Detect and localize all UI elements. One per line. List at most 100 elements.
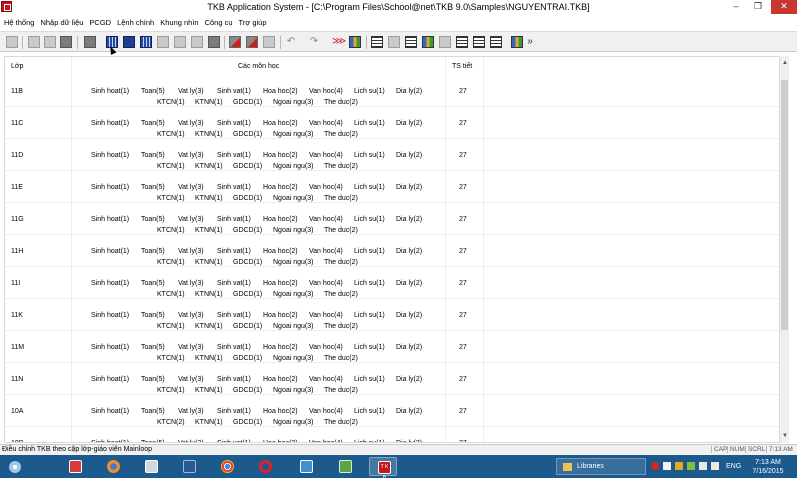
new-document-icon[interactable]: [6, 36, 18, 48]
fast-forward-icon[interactable]: ⋙: [332, 36, 346, 48]
subject-cell: Sinh vat(1): [217, 248, 251, 255]
subject-cell: Sinh hoat(1): [91, 216, 130, 223]
row-divider: [5, 138, 785, 139]
report-color-icon[interactable]: [422, 36, 434, 48]
subject-cell: Ngoai ngu(3): [273, 227, 314, 234]
clock-date[interactable]: 7/16/2015: [750, 468, 786, 475]
subject-cell: GDCD(1): [233, 387, 263, 394]
subject-cell: Lich su(1): [354, 344, 385, 351]
toolbar-separator: [77, 36, 78, 49]
subject-cell: Ngoai ngu(3): [273, 163, 314, 170]
toolbar: ↶ ↷ ⋙ »: [0, 31, 797, 52]
taskbar-opera-icon[interactable]: [251, 457, 279, 476]
subject-view-icon[interactable]: [208, 36, 220, 48]
app-tray-icon[interactable]: [687, 462, 695, 470]
report-grid-icon[interactable]: [405, 36, 417, 48]
taskbar-app-icon[interactable]: [137, 457, 165, 476]
subject-cell: Sinh hoat(1): [91, 88, 130, 95]
close-button[interactable]: ✕: [771, 0, 797, 14]
row-divider: [5, 362, 785, 363]
subject-cell: Sinh vat(1): [217, 312, 251, 319]
menu-khung-nhin[interactable]: Khung nhìn: [160, 18, 198, 27]
subject-cell: Sinh hoat(1): [91, 312, 130, 319]
redo-icon[interactable]: ↷: [308, 36, 320, 48]
subject-cell: Sinh hoat(1): [91, 376, 130, 383]
undo-icon[interactable]: ↶: [285, 36, 297, 48]
lock-icon[interactable]: [84, 36, 96, 48]
scroll-thumb[interactable]: [781, 80, 788, 330]
report-icon[interactable]: [371, 36, 383, 48]
clock-time[interactable]: 7:13 AM: [750, 459, 786, 466]
subject-cell: Vat ly(3): [178, 248, 204, 255]
subject-cell: GDCD(1): [233, 131, 263, 138]
taskbar-app-s-icon[interactable]: [292, 457, 320, 476]
subject-cell: The duc(2): [324, 419, 358, 426]
menu-tro-giup[interactable]: Trợ giúp: [239, 18, 267, 27]
menu-he-thong[interactable]: Hệ thống: [4, 18, 34, 27]
print-icon[interactable]: [60, 36, 72, 48]
subject-cell: KTCN(1): [157, 227, 185, 234]
taskbar-chrome-icon[interactable]: [213, 457, 241, 476]
options-icon[interactable]: [511, 36, 523, 48]
taskbar-firefox-icon[interactable]: [99, 457, 127, 476]
report-list-icon[interactable]: [388, 36, 400, 48]
save-icon[interactable]: [44, 36, 56, 48]
arrange-icon[interactable]: [229, 36, 241, 48]
total-periods: 27: [459, 152, 467, 159]
subject-cell: KTCN(1): [157, 131, 185, 138]
report-class-icon[interactable]: [439, 36, 451, 48]
maximize-button[interactable]: ❐: [747, 0, 769, 14]
list-icon[interactable]: [349, 36, 361, 48]
subject-cell: KTNN(1): [195, 195, 223, 202]
open-folder-icon[interactable]: [28, 36, 40, 48]
menu-pcgd[interactable]: PCGD: [89, 18, 111, 27]
menu-lenh-chinh[interactable]: Lệnh chính: [117, 18, 154, 27]
start-button[interactable]: [9, 461, 21, 473]
timetable-icon[interactable]: [140, 36, 152, 48]
auto-arrange-icon[interactable]: [246, 36, 258, 48]
subject-cell: Sinh vat(1): [217, 184, 251, 191]
report-summary-icon[interactable]: [490, 36, 502, 48]
table-view-icon[interactable]: [123, 36, 135, 48]
subject-cell: Hoa hoc(2): [263, 88, 298, 95]
subject-cell: Lich su(1): [354, 248, 385, 255]
row-divider: [5, 170, 785, 171]
subject-cell: Vat ly(3): [178, 344, 204, 351]
taskbar-libraries[interactable]: Libraries: [556, 458, 646, 475]
taskbar-tkb-app[interactable]: T K B: [369, 457, 397, 478]
scroll-down-icon[interactable]: ▼: [780, 431, 790, 441]
antivirus-icon[interactable]: [651, 462, 659, 470]
language-indicator[interactable]: ENG: [726, 463, 741, 470]
row-divider: [5, 330, 785, 331]
menu-nhap-du-lieu[interactable]: Nhập dữ liệu: [40, 18, 83, 27]
scroll-up-icon[interactable]: ▲: [780, 58, 790, 68]
update-icon[interactable]: [675, 462, 683, 470]
column-divider: [445, 57, 446, 442]
status-cap: CAP: [711, 446, 727, 453]
vertical-scrollbar[interactable]: ▲ ▼: [779, 56, 789, 443]
header-class: Lớp: [11, 63, 24, 70]
row-divider: [5, 394, 785, 395]
teacher-view-icon[interactable]: [174, 36, 186, 48]
subject-cell: KTNN(1): [195, 259, 223, 266]
flag-icon[interactable]: [663, 462, 671, 470]
column-divider: [71, 57, 72, 442]
more-icon[interactable]: »: [524, 36, 536, 48]
subject-cell: Toan(5): [141, 88, 165, 95]
minimize-button[interactable]: –: [725, 0, 747, 14]
report-room-icon[interactable]: [473, 36, 485, 48]
subject-cell: GDCD(1): [233, 355, 263, 362]
taskbar-word-icon[interactable]: [175, 457, 203, 476]
network-icon[interactable]: [699, 462, 707, 470]
class-view-icon[interactable]: [157, 36, 169, 48]
subject-cell: Lich su(1): [354, 88, 385, 95]
taskbar-app-people-icon[interactable]: [331, 457, 359, 476]
report-teacher-icon[interactable]: [456, 36, 468, 48]
subject-cell: Sinh vat(1): [217, 152, 251, 159]
volume-icon[interactable]: [711, 462, 719, 470]
taskbar-app-network[interactable]: [61, 457, 89, 476]
check-icon[interactable]: [263, 36, 275, 48]
menu-cong-cu[interactable]: Công cụ: [205, 18, 233, 27]
room-view-icon[interactable]: [191, 36, 203, 48]
subject-cell: KTCN(1): [157, 291, 185, 298]
